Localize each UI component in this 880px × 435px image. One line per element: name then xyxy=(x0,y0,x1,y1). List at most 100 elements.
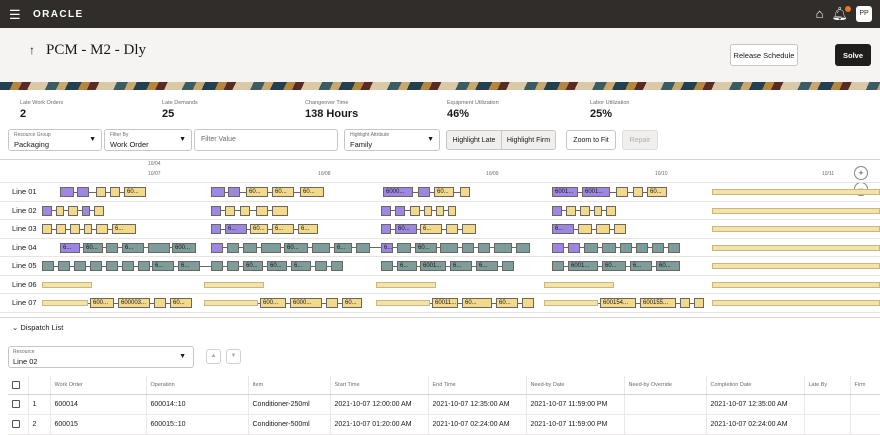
table-row[interactable]: 2 600015 600015::10 Conditioner-500ml 2021-1… xyxy=(8,414,880,435)
gantt-task-bar[interactable]: 6... xyxy=(112,224,136,234)
move-up-button[interactable]: ▲ xyxy=(206,349,221,364)
column-header[interactable]: Firm xyxy=(850,376,880,395)
gantt-task-bar[interactable]: 60... xyxy=(462,298,492,308)
gantt-task-bar[interactable] xyxy=(148,242,170,253)
gantt-task-bar[interactable]: 600... xyxy=(260,298,286,308)
resource-availability-bar[interactable] xyxy=(42,300,88,306)
gantt-task-bar[interactable] xyxy=(225,205,235,216)
gantt-task-bar[interactable] xyxy=(94,205,104,216)
gantt-task-bar[interactable] xyxy=(74,261,86,271)
gantt-task-bar[interactable] xyxy=(602,242,616,253)
column-header[interactable] xyxy=(8,376,29,395)
gantt-task-bar[interactable] xyxy=(56,205,64,216)
gantt-task-bar[interactable] xyxy=(211,224,221,234)
gantt-task-bar[interactable] xyxy=(82,205,90,216)
gantt-task-bar[interactable] xyxy=(478,242,490,253)
gantt-task-bar[interactable] xyxy=(138,261,150,271)
gantt-task-bar[interactable] xyxy=(620,242,632,253)
gantt-task-bar[interactable]: 60011... xyxy=(432,298,458,308)
row-checkbox[interactable] xyxy=(12,400,20,408)
gantt-task-bar[interactable] xyxy=(410,205,420,216)
back-arrow-icon[interactable]: ↑ xyxy=(29,43,35,57)
gantt-task-bar[interactable]: 6... xyxy=(334,242,352,253)
gantt-task-bar[interactable]: 6... xyxy=(397,261,417,271)
highlight-firm-toggle[interactable]: Highlight Firm xyxy=(502,130,556,150)
gantt-task-bar[interactable] xyxy=(331,261,343,271)
column-header[interactable]: End Time xyxy=(428,376,527,395)
gantt-task-bar[interactable] xyxy=(596,224,610,234)
gantt-task-bar[interactable] xyxy=(633,187,643,197)
gantt-task-bar[interactable] xyxy=(502,261,514,271)
gantt-task-bar[interactable]: 6... xyxy=(152,261,174,271)
gantt-task-bar[interactable] xyxy=(42,261,54,271)
gantt-task-bar[interactable]: 6... xyxy=(178,261,200,271)
gantt-task-bar[interactable]: 6000... xyxy=(290,298,322,308)
gantt-task-bar[interactable] xyxy=(227,242,239,253)
gantt-task-bar[interactable]: 6... xyxy=(122,242,144,253)
gantt-task-bar[interactable] xyxy=(84,224,92,234)
gantt-task-bar[interactable] xyxy=(110,187,120,197)
column-header[interactable]: Need-by Override xyxy=(624,376,707,395)
zoom-to-fit-button[interactable]: Zoom to Fit xyxy=(566,130,616,150)
column-header[interactable] xyxy=(28,376,51,395)
filter-by-select[interactable]: Filter By Work Order ▼ xyxy=(104,129,192,151)
notifications-bell-icon[interactable]: 🔔︎ xyxy=(831,6,851,21)
resource-availability-bar[interactable] xyxy=(712,281,880,288)
gantt-task-bar[interactable] xyxy=(312,242,330,253)
gantt-task-bar[interactable] xyxy=(77,187,89,197)
gantt-task-bar[interactable]: 60... xyxy=(300,187,324,197)
gantt-task-bar[interactable]: 60... xyxy=(284,242,308,253)
gantt-task-bar[interactable]: 600... xyxy=(90,298,114,308)
gantt-task-bar[interactable] xyxy=(462,224,476,234)
select-all-checkbox[interactable] xyxy=(12,380,20,389)
resource-group-select[interactable]: Resource Group Packaging ▼ xyxy=(8,129,102,151)
resource-availability-bar[interactable] xyxy=(712,263,880,269)
gantt-task-bar[interactable] xyxy=(652,242,664,253)
gantt-task-bar[interactable] xyxy=(211,242,223,253)
home-icon[interactable]: ⌂ xyxy=(816,7,824,21)
gantt-task-bar[interactable]: 6001... xyxy=(582,187,610,197)
gantt-task-bar[interactable]: 600155... xyxy=(640,298,676,308)
gantt-task-bar[interactable] xyxy=(356,242,370,253)
table-row[interactable]: 1 600014 600014::10 Conditioner-250ml 2021-1… xyxy=(8,394,880,415)
dispatch-list-toggle[interactable]: ⌄ Dispatch List xyxy=(12,323,63,332)
gantt-task-bar[interactable]: 600154... xyxy=(600,298,636,308)
gantt-task-bar[interactable] xyxy=(418,187,430,197)
gantt-task-bar[interactable] xyxy=(90,261,102,271)
column-header[interactable]: Start Time xyxy=(330,376,429,395)
gantt-task-bar[interactable]: 6... xyxy=(225,224,247,234)
hamburger-menu-icon[interactable]: ☰ xyxy=(9,8,23,21)
gantt-task-bar[interactable] xyxy=(516,242,530,253)
resource-availability-bar[interactable] xyxy=(712,244,880,251)
gantt-task-bar[interactable] xyxy=(106,261,118,271)
gantt-task-bar[interactable] xyxy=(70,224,80,234)
gantt-task-bar[interactable] xyxy=(42,224,52,234)
gantt-task-bar[interactable]: 6000... xyxy=(383,187,413,197)
gantt-task-bar[interactable]: 60... xyxy=(250,224,268,234)
gantt-task-bar[interactable]: 60... xyxy=(170,298,192,308)
gantt-task-bar[interactable]: 6... xyxy=(630,261,652,271)
gantt-task-bar[interactable] xyxy=(694,298,704,308)
highlight-attribute-select[interactable]: Highlight Attribute Family ▼ xyxy=(344,129,440,151)
gantt-task-bar[interactable] xyxy=(594,205,602,216)
resource-availability-bar[interactable] xyxy=(712,226,880,232)
gantt-task-bar[interactable]: 6... xyxy=(552,224,574,234)
gantt-task-bar[interactable] xyxy=(584,242,598,253)
gantt-task-bar[interactable] xyxy=(211,187,225,197)
resource-availability-bar[interactable] xyxy=(712,207,880,214)
gantt-task-bar[interactable]: 60... xyxy=(272,187,294,197)
gantt-chart[interactable]: 10/04 10/07 10/08 10/09 10/10 10/11 + − … xyxy=(0,159,880,317)
gantt-task-bar[interactable]: 6001... xyxy=(568,261,598,271)
gantt-task-bar[interactable]: 60... xyxy=(647,187,667,197)
gantt-task-bar[interactable] xyxy=(381,261,393,271)
gantt-task-bar[interactable] xyxy=(261,242,281,253)
gantt-task-bar[interactable]: 60... xyxy=(246,187,268,197)
gantt-task-bar[interactable] xyxy=(326,298,338,308)
column-header[interactable]: Item xyxy=(248,376,331,395)
gantt-task-bar[interactable]: 60... xyxy=(243,261,263,271)
gantt-task-bar[interactable] xyxy=(552,261,564,271)
gantt-task-bar[interactable] xyxy=(552,205,562,216)
solve-button[interactable]: Solve xyxy=(835,44,871,66)
gantt-task-bar[interactable] xyxy=(424,205,432,216)
gantt-task-bar[interactable]: 60... xyxy=(267,261,287,271)
